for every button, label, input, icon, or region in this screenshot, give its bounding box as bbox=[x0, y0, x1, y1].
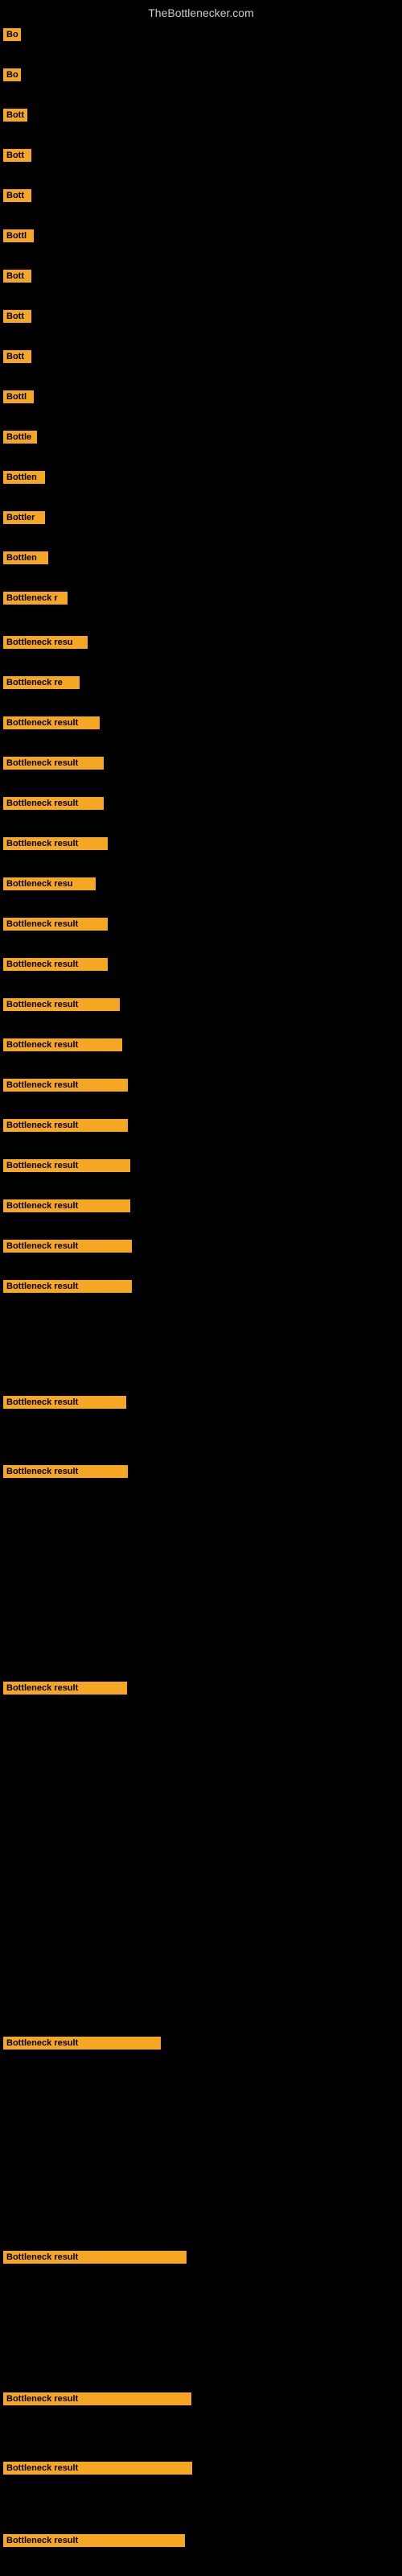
bottleneck-item: Bottleneck result bbox=[3, 918, 108, 931]
bottleneck-item: Bottleneck resu bbox=[3, 636, 88, 649]
site-title: TheBottlenecker.com bbox=[0, 0, 402, 23]
bottleneck-label: Bottleneck result bbox=[3, 1280, 132, 1293]
bottleneck-item: Bottleneck result bbox=[3, 2392, 191, 2405]
bottleneck-item: Bottleneck result bbox=[3, 1465, 128, 1478]
bottleneck-label: Bott bbox=[3, 270, 31, 283]
bottleneck-item: Bottleneck re bbox=[3, 676, 80, 689]
bottleneck-label: Bo bbox=[3, 28, 21, 41]
bottleneck-item: Bottleneck result bbox=[3, 998, 120, 1011]
bottleneck-label: Bottleneck result bbox=[3, 757, 104, 770]
bottleneck-item: Bottleneck result bbox=[3, 1240, 132, 1253]
bottleneck-label: Bottleneck result bbox=[3, 1240, 132, 1253]
bottleneck-item: Bo bbox=[3, 68, 21, 81]
bottleneck-label: Bottleneck result bbox=[3, 1119, 128, 1132]
bottleneck-label: Bottleneck r bbox=[3, 592, 68, 605]
bottleneck-label: Bottleneck resu bbox=[3, 877, 96, 890]
bottleneck-item: Bottleneck result bbox=[3, 1682, 127, 1695]
bottleneck-item: Bottleneck result bbox=[3, 757, 104, 770]
bottleneck-label: Bottleneck result bbox=[3, 1682, 127, 1695]
bottleneck-label: Bottleneck result bbox=[3, 2392, 191, 2405]
bottleneck-item: Bottle bbox=[3, 431, 37, 444]
bottleneck-item: Bottleneck result bbox=[3, 716, 100, 729]
bottleneck-item: Bottleneck result bbox=[3, 2251, 187, 2264]
bottleneck-item: Bott bbox=[3, 149, 31, 162]
bottleneck-item: Bottleneck result bbox=[3, 1079, 128, 1092]
bottleneck-item: Bottleneck result bbox=[3, 958, 108, 971]
bottleneck-item: Bo bbox=[3, 28, 21, 41]
bottleneck-item: Bottleneck result bbox=[3, 1038, 122, 1051]
bottleneck-item: Bottleneck result bbox=[3, 797, 104, 810]
bottleneck-label: Bo bbox=[3, 68, 21, 81]
bottleneck-item: Bottleneck result bbox=[3, 2534, 185, 2547]
bottleneck-label: Bottleneck result bbox=[3, 1038, 122, 1051]
bottleneck-label: Bottleneck result bbox=[3, 1199, 130, 1212]
bottleneck-item: Bottleneck result bbox=[3, 837, 108, 850]
bottleneck-item: Bottl bbox=[3, 229, 34, 242]
bottleneck-label: Bottleneck result bbox=[3, 797, 104, 810]
bottleneck-label: Bott bbox=[3, 350, 31, 363]
bottleneck-item: Bottlen bbox=[3, 471, 45, 484]
bottleneck-label: Bottleneck result bbox=[3, 716, 100, 729]
bottleneck-label: Bottleneck result bbox=[3, 2251, 187, 2264]
bottleneck-label: Bottleneck result bbox=[3, 918, 108, 931]
bottleneck-label: Bottleneck result bbox=[3, 2534, 185, 2547]
bottleneck-item: Bottleneck r bbox=[3, 592, 68, 605]
bottleneck-item: Bottleneck result bbox=[3, 1199, 130, 1212]
bottleneck-item: Bott bbox=[3, 109, 27, 122]
bottleneck-label: Bott bbox=[3, 189, 31, 202]
bottleneck-item: Bottleneck result bbox=[3, 2037, 161, 2050]
bottleneck-label: Bott bbox=[3, 149, 31, 162]
bottleneck-label: Bottleneck re bbox=[3, 676, 80, 689]
bottleneck-item: Bottleneck resu bbox=[3, 877, 96, 890]
bottleneck-item: Bottler bbox=[3, 511, 45, 524]
bottleneck-label: Bottleneck result bbox=[3, 2462, 192, 2475]
bottleneck-label: Bottler bbox=[3, 511, 45, 524]
bottleneck-item: Bottl bbox=[3, 390, 34, 403]
bottleneck-item: Bottleneck result bbox=[3, 1159, 130, 1172]
bottleneck-item: Bott bbox=[3, 350, 31, 363]
bottleneck-label: Bottleneck result bbox=[3, 1159, 130, 1172]
bottleneck-label: Bottleneck result bbox=[3, 998, 120, 1011]
bottleneck-label: Bottleneck result bbox=[3, 1396, 126, 1409]
bottleneck-item: Bottleneck result bbox=[3, 1280, 132, 1293]
bottleneck-label: Bottlen bbox=[3, 551, 48, 564]
bottleneck-item: Bottleneck result bbox=[3, 1396, 126, 1409]
bottleneck-item: Bott bbox=[3, 310, 31, 323]
bottleneck-item: Bott bbox=[3, 270, 31, 283]
bottleneck-item: Bottleneck result bbox=[3, 1119, 128, 1132]
bottleneck-label: Bottleneck resu bbox=[3, 636, 88, 649]
bottleneck-label: Bott bbox=[3, 310, 31, 323]
bottleneck-label: Bottleneck result bbox=[3, 2037, 161, 2050]
bottleneck-label: Bottl bbox=[3, 229, 34, 242]
bottleneck-item: Bott bbox=[3, 189, 31, 202]
bottleneck-item: Bottleneck result bbox=[3, 2462, 192, 2475]
bottleneck-label: Bottle bbox=[3, 431, 37, 444]
bottleneck-label: Bottl bbox=[3, 390, 34, 403]
bottleneck-label: Bottleneck result bbox=[3, 958, 108, 971]
bottleneck-label: Bottlen bbox=[3, 471, 45, 484]
bottleneck-label: Bottleneck result bbox=[3, 1465, 128, 1478]
bottleneck-item: Bottlen bbox=[3, 551, 48, 564]
bottleneck-label: Bottleneck result bbox=[3, 1079, 128, 1092]
bottleneck-label: Bottleneck result bbox=[3, 837, 108, 850]
bottleneck-label: Bott bbox=[3, 109, 27, 122]
